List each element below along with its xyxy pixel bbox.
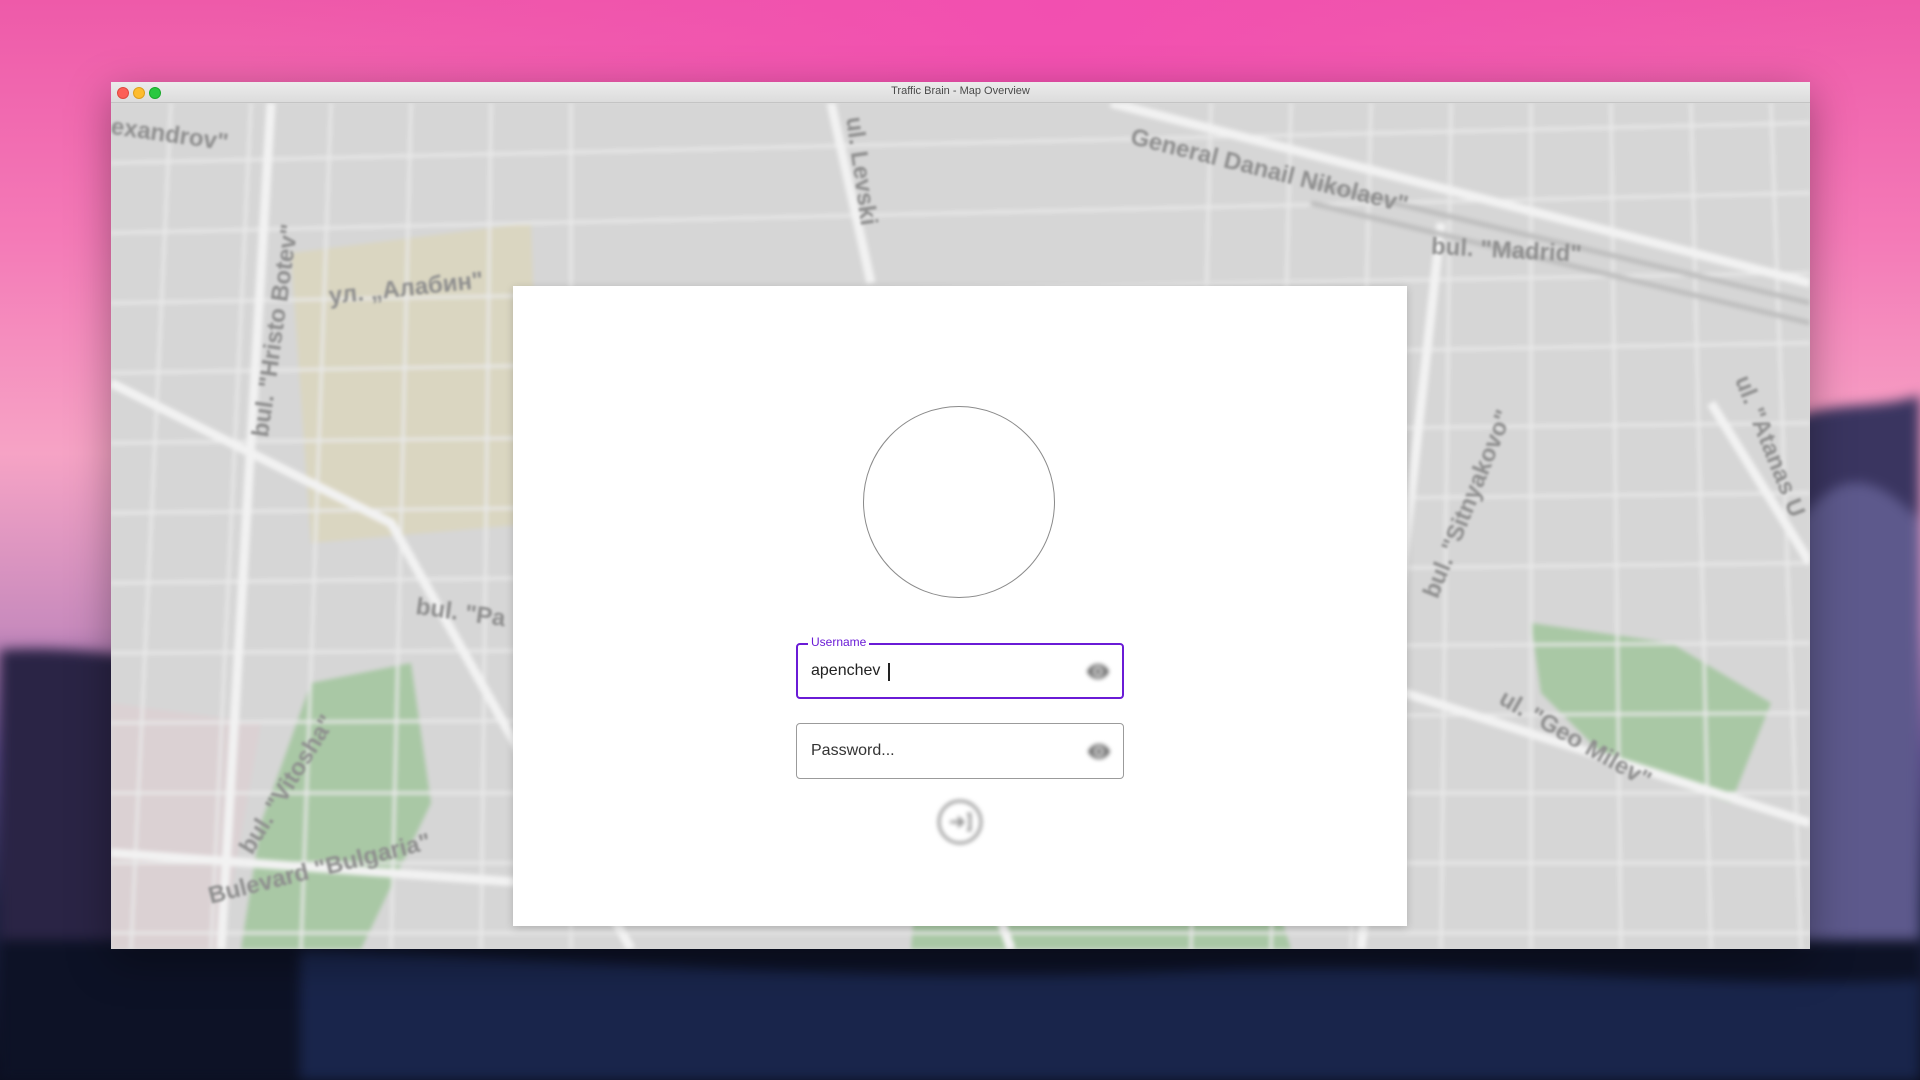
avatar-placeholder [863, 406, 1055, 598]
text-cursor [888, 663, 890, 681]
eye-icon[interactable] [1086, 659, 1110, 683]
map-background: exandrov" bul. "Hristo Botev" ул. „Алаби… [111, 103, 1810, 949]
login-card: Username [513, 286, 1407, 926]
title-bar[interactable]: Traffic Brain - Map Overview [111, 82, 1810, 103]
app-window: Traffic Brain - Map Overview exandrov" b… [111, 82, 1810, 949]
login-icon [937, 799, 983, 845]
username-input[interactable] [811, 645, 1081, 697]
password-field[interactable] [796, 723, 1124, 779]
password-input[interactable] [811, 724, 1081, 778]
window-title: Traffic Brain - Map Overview [891, 85, 1030, 97]
username-field[interactable]: Username [796, 635, 1124, 699]
eye-icon[interactable] [1087, 739, 1111, 763]
login-button[interactable] [937, 799, 983, 845]
